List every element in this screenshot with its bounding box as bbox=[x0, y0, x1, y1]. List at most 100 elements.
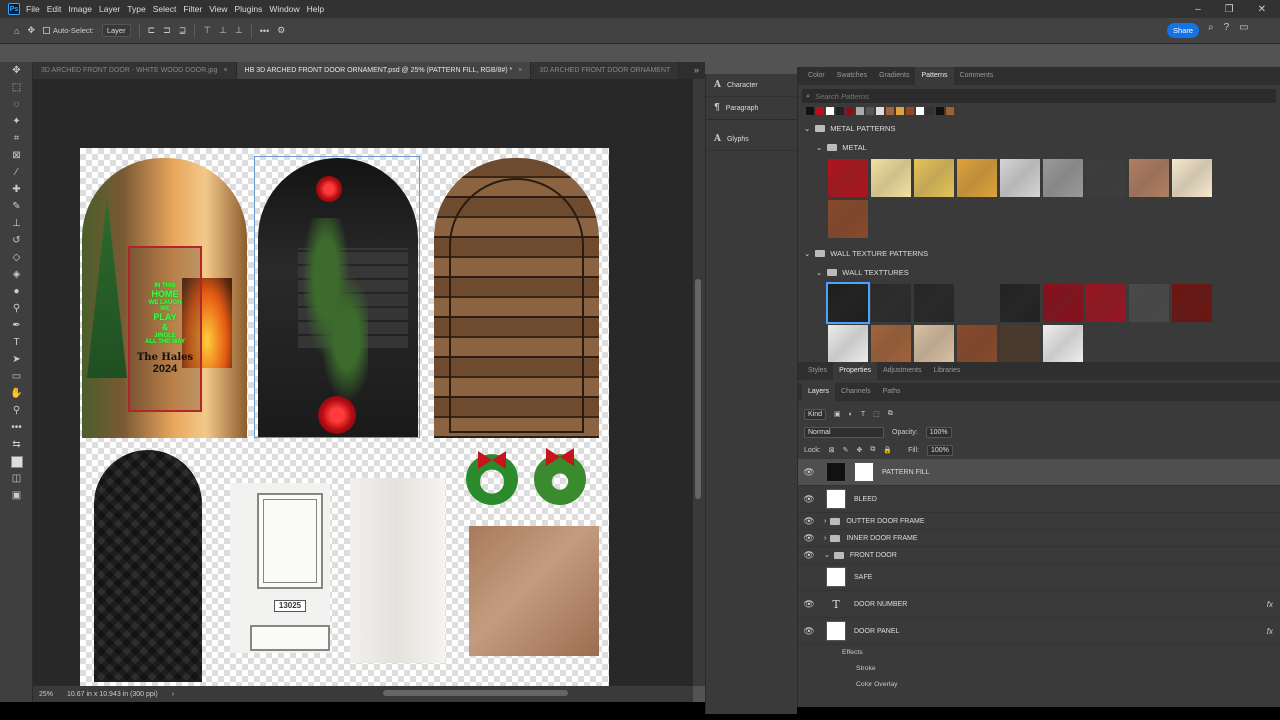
eyedropper-tool-icon[interactable]: ⁄ bbox=[0, 164, 33, 181]
scroll-thumb[interactable] bbox=[695, 279, 701, 499]
menu-image[interactable]: Image bbox=[68, 4, 92, 14]
menu-plugins[interactable]: Plugins bbox=[234, 4, 262, 14]
pattern-swatch[interactable] bbox=[1129, 284, 1169, 322]
filter-adjustment-icon[interactable]: ◐ bbox=[849, 411, 853, 418]
hand-tool-icon[interactable]: ✋ bbox=[0, 385, 33, 402]
pattern-swatch[interactable] bbox=[914, 159, 954, 197]
lock-all-icon[interactable]: 🔒 bbox=[883, 446, 892, 454]
rectangle-tool-icon[interactable]: ▭ bbox=[0, 368, 33, 385]
dodge-tool-icon[interactable]: ⚲ bbox=[0, 300, 33, 317]
layer-row[interactable]: 👁 BLEED bbox=[798, 486, 1280, 513]
pattern-swatch[interactable] bbox=[1043, 325, 1083, 363]
pattern-swatch[interactable] bbox=[871, 325, 911, 363]
lasso-tool-icon[interactable]: ◌ bbox=[0, 96, 33, 113]
visibility-eye-icon[interactable]: 👁 bbox=[798, 494, 820, 505]
visibility-eye-icon[interactable]: 👁 bbox=[798, 550, 820, 561]
layer-row[interactable]: 👁 › INNER DOOR FRAME bbox=[798, 530, 1280, 547]
tab-ornament-psd[interactable]: HB 3D ARCHED FRONT DOOR ORNAMENT.psd @ 2… bbox=[236, 62, 532, 79]
paint-bucket-icon[interactable]: ◈ bbox=[0, 266, 33, 283]
workspace-icon[interactable]: ▭ bbox=[1239, 22, 1248, 33]
align-top-icon[interactable]: ⊤ bbox=[203, 25, 211, 36]
menu-select[interactable]: Select bbox=[153, 4, 177, 14]
character-panel-button[interactable]: A Character bbox=[706, 74, 797, 97]
layer-row[interactable]: 👁 DOOR PANEL fx bbox=[798, 618, 1280, 645]
quick-mask-icon[interactable]: ◫ bbox=[0, 470, 33, 487]
pattern-swatch[interactable] bbox=[1043, 284, 1083, 322]
chevron-right-icon[interactable]: › bbox=[824, 518, 826, 525]
visibility-eye-icon[interactable]: 👁 bbox=[798, 626, 820, 637]
menu-filter[interactable]: Filter bbox=[183, 4, 202, 14]
pattern-swatch[interactable] bbox=[871, 284, 911, 322]
color-swatch-icon[interactable] bbox=[0, 453, 33, 470]
opacity-input[interactable]: 100% bbox=[925, 426, 952, 438]
menu-layer[interactable]: Layer bbox=[99, 4, 120, 14]
share-button[interactable]: Share bbox=[1167, 23, 1199, 38]
pen-tool-icon[interactable]: ✒ bbox=[0, 317, 33, 334]
vertical-scrollbar[interactable] bbox=[693, 79, 705, 686]
chevron-right-icon[interactable]: › bbox=[824, 535, 826, 542]
filter-smart-icon[interactable]: ⧉ bbox=[888, 410, 893, 418]
tab-properties[interactable]: Properties bbox=[833, 362, 877, 380]
tab-layers[interactable]: Layers bbox=[802, 383, 836, 401]
pattern-swatch[interactable] bbox=[826, 282, 870, 324]
status-arrow-icon[interactable]: › bbox=[172, 691, 174, 698]
layer-effects-icon[interactable]: fx bbox=[1267, 600, 1273, 609]
help-icon[interactable]: ? bbox=[1224, 22, 1230, 33]
move-tool-icon[interactable]: ✥ bbox=[0, 62, 33, 79]
pattern-swatch[interactable] bbox=[1172, 284, 1212, 322]
filter-shape-icon[interactable]: ⬚ bbox=[873, 410, 880, 418]
document-canvas[interactable]: IN THIS HOME WE LAUGH WE PLAY & JINGLE A… bbox=[80, 148, 609, 686]
pattern-swatch[interactable] bbox=[914, 284, 954, 322]
align-bottom-icon[interactable]: ⊥ bbox=[235, 25, 243, 36]
brush-tool-icon[interactable]: ✎ bbox=[0, 198, 33, 215]
tab-swatches[interactable]: Swatches bbox=[831, 67, 873, 85]
pattern-swatch[interactable] bbox=[957, 325, 997, 363]
healing-brush-icon[interactable]: ✚ bbox=[0, 181, 33, 198]
pattern-swatch[interactable] bbox=[828, 159, 868, 197]
pattern-group-wall-texture-patterns[interactable]: ⌄ WALL TEXTURE PATTERNS bbox=[798, 244, 1280, 263]
pattern-swatch[interactable] bbox=[871, 159, 911, 197]
tab-comments[interactable]: Comments bbox=[954, 67, 1000, 85]
selection-bounding-box[interactable] bbox=[254, 156, 420, 438]
canvas-area[interactable]: IN THIS HOME WE LAUGH WE PLAY & JINGLE A… bbox=[33, 79, 693, 686]
tabs-overflow-icon[interactable]: » bbox=[688, 62, 705, 79]
tab-patterns[interactable]: Patterns bbox=[915, 67, 954, 85]
tab-color[interactable]: Color bbox=[802, 67, 831, 85]
visibility-eye-icon[interactable]: 👁 bbox=[798, 467, 820, 478]
effect-row[interactable]: Stroke bbox=[798, 661, 1280, 677]
tab-channels[interactable]: Channels bbox=[835, 383, 877, 401]
zoom-tool-icon[interactable]: ⚲ bbox=[0, 402, 33, 419]
frame-tool-icon[interactable]: ⊠ bbox=[0, 147, 33, 164]
layer-row[interactable]: 👁 PATTERN FILL bbox=[798, 459, 1280, 486]
chevron-down-icon[interactable]: ⌄ bbox=[824, 551, 830, 559]
tab-gradients[interactable]: Gradients bbox=[873, 67, 915, 85]
pattern-swatch[interactable] bbox=[1043, 159, 1083, 197]
align-middle-icon[interactable]: ⊥ bbox=[219, 25, 227, 36]
pattern-swatch[interactable] bbox=[828, 200, 868, 238]
pattern-swatch[interactable] bbox=[1086, 284, 1126, 322]
tab-paths[interactable]: Paths bbox=[877, 383, 907, 401]
visibility-eye-icon[interactable]: 👁 bbox=[798, 533, 820, 544]
pattern-swatch[interactable] bbox=[1086, 159, 1126, 197]
restore-icon[interactable]: ❐ bbox=[1225, 4, 1234, 15]
swap-colors-icon[interactable]: ⇆ bbox=[0, 436, 33, 453]
layer-effects-icon[interactable]: fx bbox=[1267, 627, 1273, 636]
pattern-swatch[interactable] bbox=[957, 159, 997, 197]
filter-pixel-icon[interactable]: ▣ bbox=[834, 410, 841, 418]
zoom-level[interactable]: 25% bbox=[39, 691, 53, 698]
pattern-group-metal[interactable]: ⌄ METAL bbox=[798, 138, 1280, 157]
blur-tool-icon[interactable]: ● bbox=[0, 283, 33, 300]
move-tool-icon[interactable]: ✥ bbox=[27, 25, 35, 36]
lock-artboard-icon[interactable]: ⧉ bbox=[870, 446, 875, 454]
layer-row[interactable]: 👁 ⌄ FRONT DOOR bbox=[798, 547, 1280, 564]
visibility-eye-icon[interactable]: 👁 bbox=[798, 599, 820, 610]
menu-window[interactable]: Window bbox=[269, 4, 299, 14]
minimize-icon[interactable]: – bbox=[1195, 4, 1201, 15]
layer-row[interactable]: SAFE bbox=[798, 564, 1280, 591]
layer-row[interactable]: 👁 T DOOR NUMBER fx bbox=[798, 591, 1280, 618]
auto-select-dropdown[interactable]: Layer bbox=[101, 24, 131, 37]
tab-adjustments[interactable]: Adjustments bbox=[877, 362, 928, 380]
menu-view[interactable]: View bbox=[209, 4, 227, 14]
more-options-icon[interactable]: ••• bbox=[260, 26, 269, 36]
home-icon[interactable]: ⌂ bbox=[14, 26, 19, 36]
